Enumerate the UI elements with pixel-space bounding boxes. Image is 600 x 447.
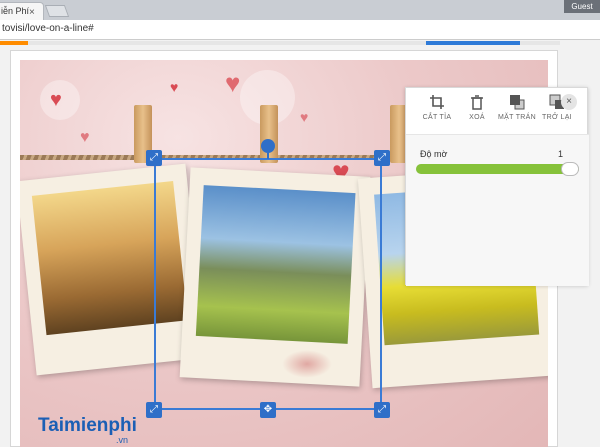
opacity-label: Độ mờ [420,149,448,159]
resize-handle-bottom-left[interactable]: ⤢ [146,402,162,418]
url-text[interactable]: tovisi/love-on-a-line# [2,23,94,34]
delete-button[interactable]: XOÁ [458,94,496,121]
new-tab-button[interactable] [44,5,70,17]
opacity-value: 1 [558,149,564,159]
bring-front-button[interactable]: MẶT TRÁN [498,94,536,121]
rotate-handle[interactable] [261,139,275,153]
heart-decoration: ♥ [225,68,241,98]
blue-indicator [426,41,520,45]
panel-toolbar: CẮT TỈA XOÁ MẶT TRÁN TRỞ LẠI × [406,88,589,128]
element-options-panel: CẮT TỈA XOÁ MẶT TRÁN TRỞ LẠI × Độ mờ 1 [405,87,589,286]
resize-handle-top-left[interactable]: ⤢ [146,150,162,166]
selection-box[interactable] [154,158,382,410]
heart-decoration: ♥ [50,89,62,111]
tab-title: iễn Phí [1,6,30,16]
watermark-logo-suffix: .vn [116,435,129,445]
close-tab-icon[interactable]: × [29,5,35,20]
rotate-line [267,153,269,159]
browser-tab[interactable]: iễn Phí × [0,2,44,20]
clothespin [260,105,278,163]
delete-label: XOÁ [469,114,485,121]
crop-label: CẮT TỈA [422,114,452,121]
layer-front-icon [498,94,536,112]
opacity-section: Độ mờ 1 [406,134,589,286]
opacity-slider-fill [416,164,579,174]
tab-bar: iễn Phí × Guest [0,0,600,20]
resize-handle-bottom-right[interactable]: ⤢ [374,402,390,418]
crop-button[interactable]: CẮT TỈA [418,94,456,121]
heart-decoration: ♥ [170,79,179,95]
resize-handle-top-right[interactable]: ⤢ [374,150,390,166]
heart-decoration: ♥ [80,129,90,146]
watermark-logo: Taimienphi [38,415,137,436]
send-back-label: TRỞ LẠI [542,114,572,121]
crop-icon [418,94,456,112]
orange-indicator [0,41,28,45]
heart-decoration: ♥ [300,109,309,125]
close-icon[interactable]: × [561,94,577,110]
opacity-slider-thumb[interactable] [561,162,579,176]
bring-front-label: MẶT TRÁN [498,114,536,121]
address-bar[interactable]: tovisi/love-on-a-line# [0,20,600,40]
profile-badge[interactable]: Guest [564,0,600,13]
move-handle[interactable]: ✥ [260,402,276,418]
trash-icon [458,94,496,112]
